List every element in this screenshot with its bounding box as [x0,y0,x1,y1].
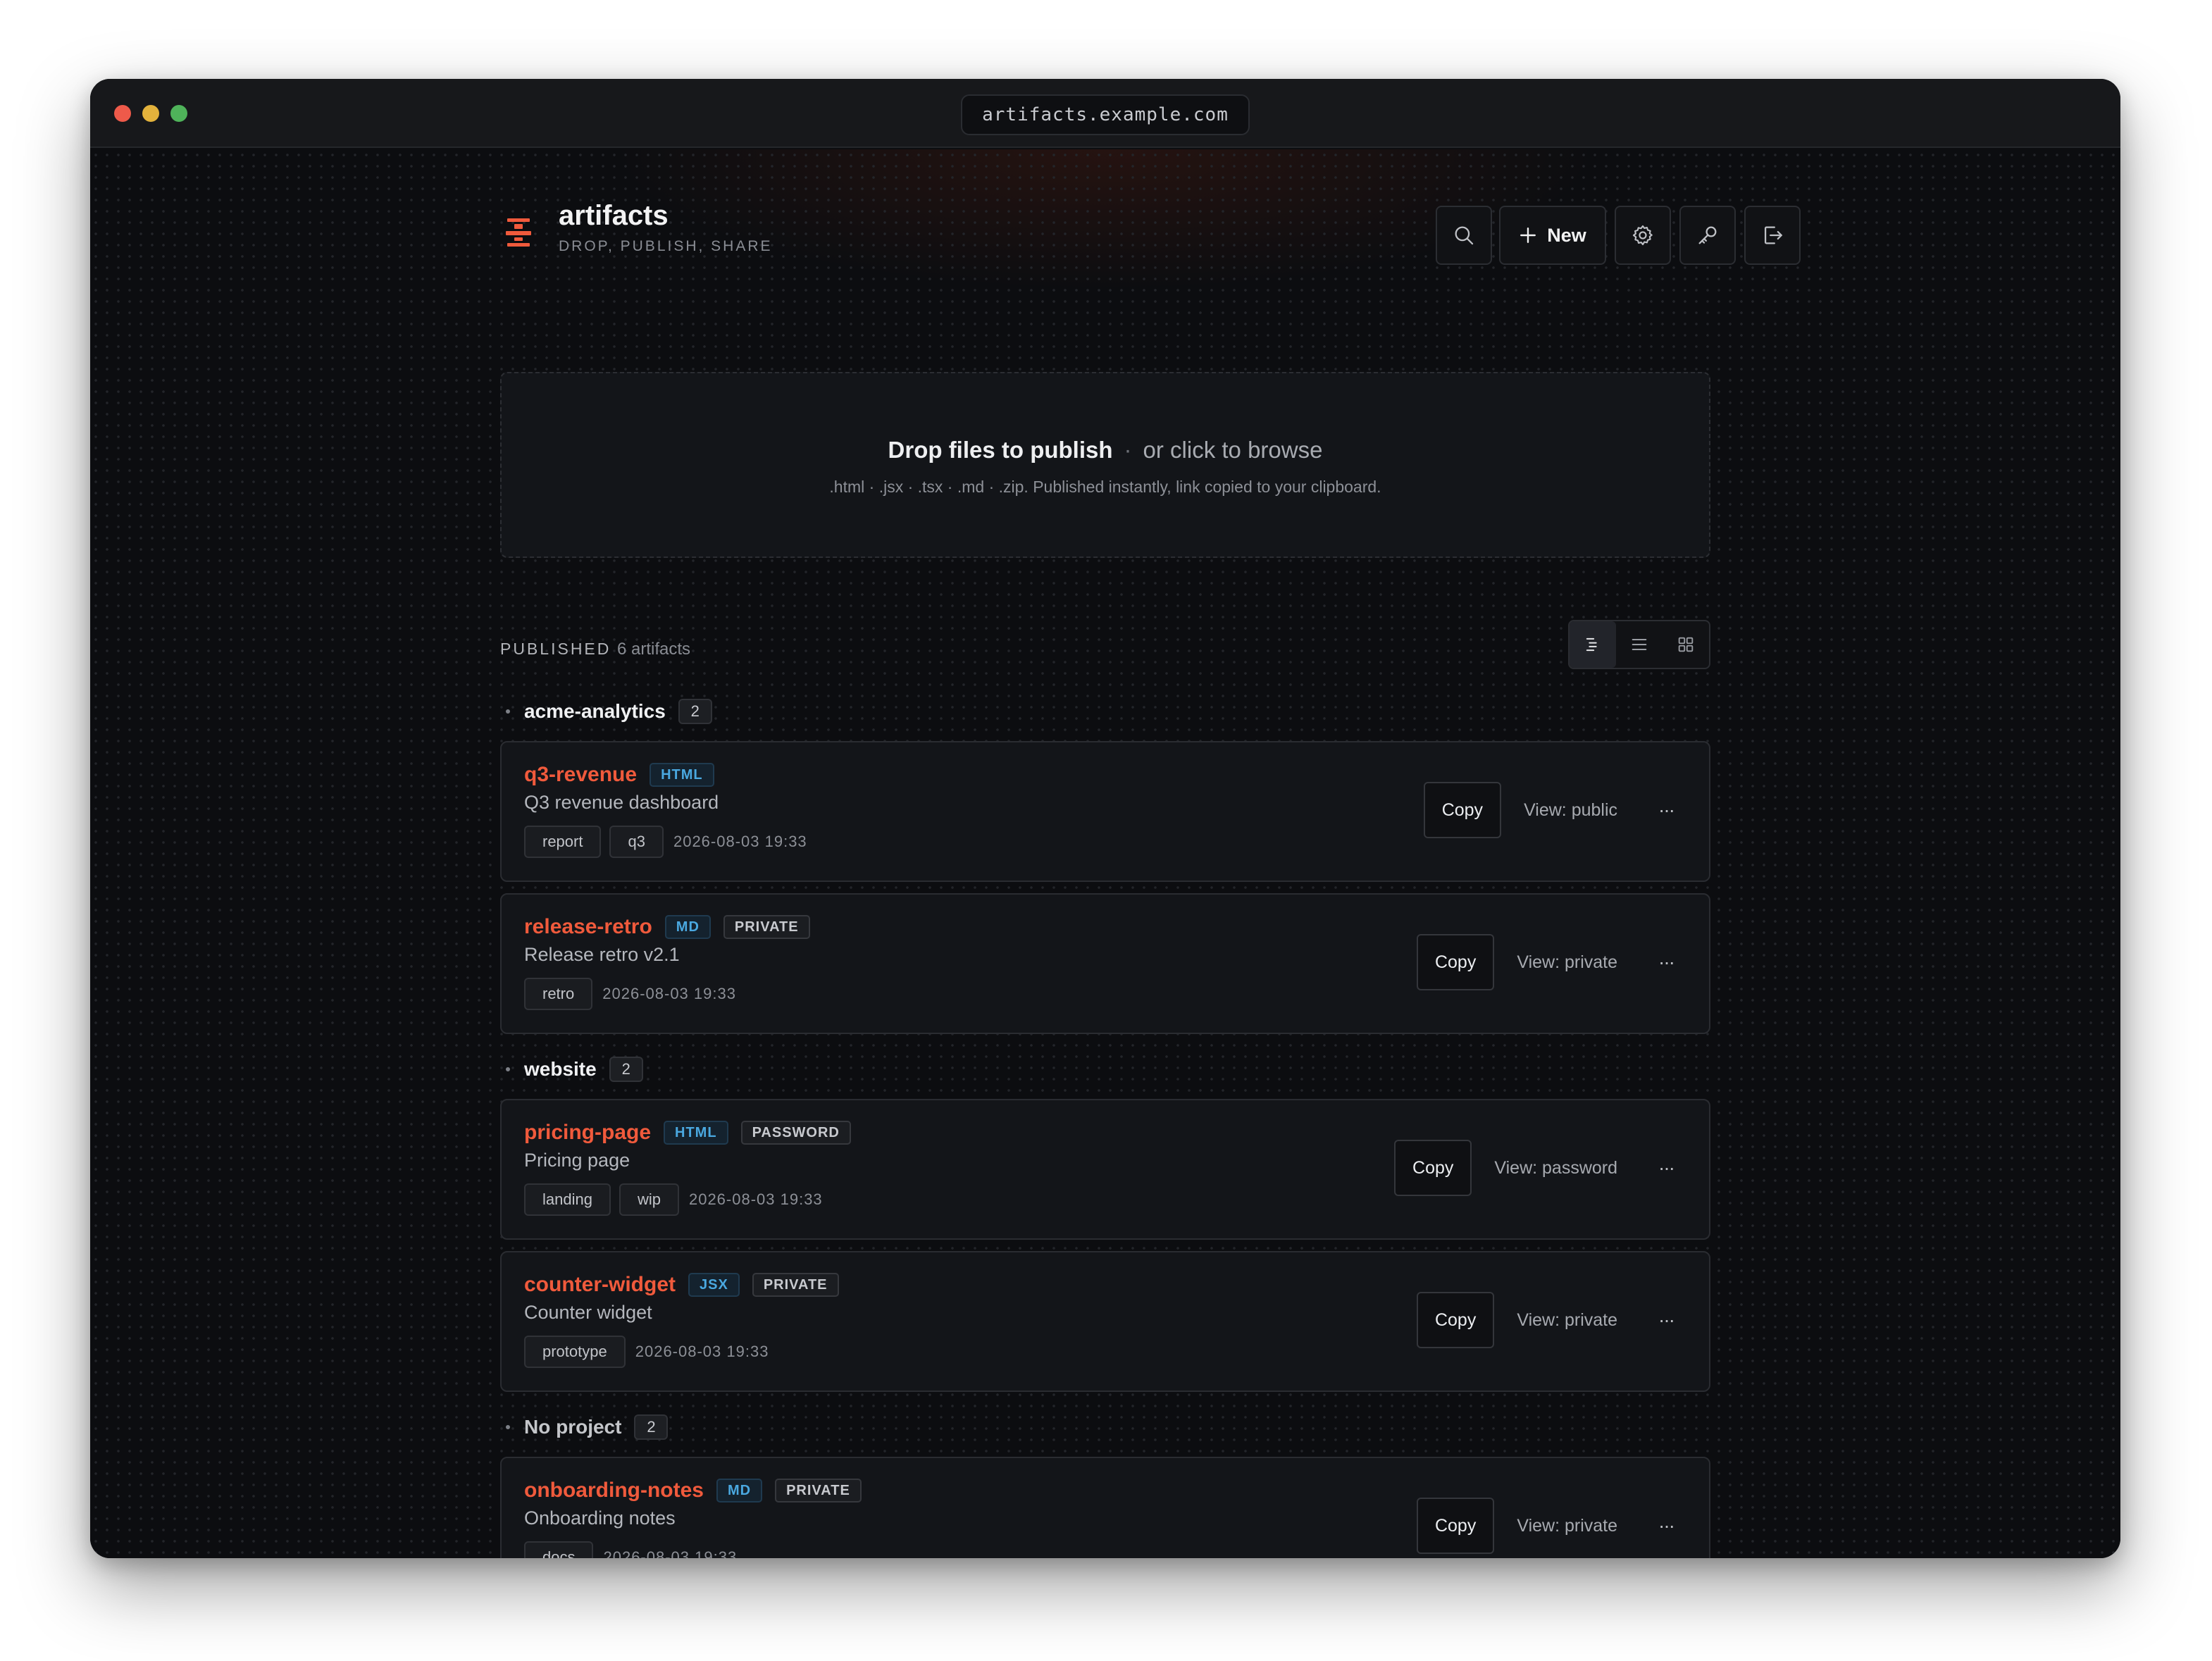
type-badge: HTML [650,763,714,787]
dropzone-browse-text: or click to browse [1143,437,1323,463]
app-subtitle: DROP, PUBLISH, SHARE [559,238,773,254]
search-button[interactable] [1436,206,1492,265]
logout-icon [1764,226,1782,244]
file-dropzone[interactable]: Drop files to publish · or click to browse… [500,372,1710,558]
artifact-card-counter-widget[interactable]: counter-widget JSX PRIVATE Counter widge… [500,1251,1710,1392]
artifact-card-onboarding-notes[interactable]: onboarding-notes MD PRIVATE Onboarding n… [500,1457,1710,1558]
artifact-card-release-retro[interactable]: release-retro MD PRIVATE Release retro v… [500,893,1710,1034]
more-options-icon[interactable]: ··· [1658,951,1675,973]
logout-button[interactable] [1744,206,1801,265]
group-header-acme-analytics[interactable]: acme-analytics 2 [506,697,712,726]
artifact-card-pricing-page[interactable]: pricing-page HTML PASSWORD Pricing page … [500,1099,1710,1240]
browser-window: artifacts.example.com artifacts DROP, PU… [90,79,2120,1558]
grouped-list-icon [1586,637,1597,652]
tag-chip[interactable]: prototype [524,1336,626,1368]
type-badge: MD [664,915,711,939]
group-bullet [506,709,510,714]
artifact-date: 2026-08-03 19:33 [673,833,807,850]
group-bullet [506,1067,510,1071]
minimize-window-button[interactable] [142,105,159,122]
plus-icon [1520,228,1536,243]
list-icon [1632,639,1647,650]
artifact-description: Q3 revenue dashboard [524,792,719,813]
search-icon [1455,226,1474,245]
visibility-badge: PASSWORD [740,1121,851,1145]
copy-link-button[interactable]: Copy [1423,782,1502,838]
group-name: acme-analytics [524,700,666,722]
view-visibility-link[interactable]: View: private [1517,952,1617,973]
new-artifact-button[interactable]: New [1499,206,1606,265]
artifact-description: Pricing page [524,1150,630,1171]
new-button-label: New [1547,224,1586,246]
artifact-date: 2026-08-03 19:33 [602,985,736,1002]
tag-chip[interactable]: docs [524,1541,594,1558]
view-visibility-link[interactable]: View: private [1517,1516,1617,1536]
grid-view-button[interactable] [1663,621,1709,668]
visibility-badge: PRIVATE [723,915,810,939]
maximize-window-button[interactable] [170,105,187,122]
artifact-name-link[interactable]: release-retro [524,915,652,939]
copy-link-button[interactable]: Copy [1416,1292,1495,1348]
view-visibility-link[interactable]: View: public [1524,800,1617,821]
group-header-no-project[interactable]: No project 2 [506,1413,669,1441]
close-window-button[interactable] [114,105,131,122]
type-badge: HTML [664,1121,728,1145]
published-label: PUBLISHED [500,640,611,658]
more-options-icon[interactable]: ··· [1658,1309,1675,1331]
group-name: No project [524,1416,622,1438]
group-bullet [506,1425,510,1429]
grouped-view-button[interactable] [1570,621,1616,668]
key-icon [1698,226,1717,244]
artifact-name-link[interactable]: q3-revenue [524,763,637,787]
type-badge: MD [716,1479,763,1503]
dropzone-separator: · [1124,437,1132,463]
view-visibility-link[interactable]: View: private [1517,1310,1617,1331]
artifact-date: 2026-08-03 19:33 [603,1548,738,1558]
artifact-date: 2026-08-03 19:33 [688,1190,823,1208]
artifact-name-link[interactable]: counter-widget [524,1273,676,1297]
dropzone-title: Drop files to publish [888,437,1113,463]
artifact-date: 2026-08-03 19:33 [635,1343,769,1360]
artifact-description: Counter widget [524,1302,652,1323]
group-header-website[interactable]: website 2 [506,1055,643,1083]
view-mode-toggle [1568,620,1710,669]
settings-button[interactable] [1615,206,1671,265]
copy-link-button[interactable]: Copy [1416,1498,1495,1554]
artifacts-logo-icon [506,218,531,247]
published-count: 6 artifacts [617,640,691,659]
dropzone-title-line: Drop files to publish · or click to browse [502,437,1709,464]
tag-chip[interactable]: retro [524,978,593,1010]
tag-chip[interactable]: landing [524,1183,611,1216]
app-title: artifacts [559,200,669,231]
visibility-badge: PRIVATE [752,1273,839,1297]
artifact-description: Release retro v2.1 [524,944,680,965]
app-content: artifacts DROP, PUBLISH, SHARE New Drop … [90,149,2120,1558]
tag-chip[interactable]: wip [619,1183,679,1216]
view-visibility-link[interactable]: View: password [1494,1158,1617,1178]
tag-chip[interactable]: q3 [609,826,664,858]
grid-icon [1678,637,1694,652]
gear-icon [1632,225,1653,246]
visibility-badge: PRIVATE [775,1479,862,1503]
group-count: 2 [609,1057,643,1082]
artifact-name-link[interactable]: onboarding-notes [524,1479,704,1503]
copy-link-button[interactable]: Copy [1394,1140,1472,1196]
artifact-description: Onboarding notes [524,1507,676,1529]
group-count: 2 [634,1414,669,1440]
more-options-icon[interactable]: ··· [1658,1157,1675,1179]
address-bar[interactable]: artifacts.example.com [961,94,1250,135]
group-count: 2 [678,699,712,724]
tag-chip[interactable]: report [524,826,602,858]
artifact-name-link[interactable]: pricing-page [524,1121,651,1145]
api-keys-button[interactable] [1679,206,1736,265]
list-view-button[interactable] [1616,621,1663,668]
copy-link-button[interactable]: Copy [1416,934,1495,990]
title-bar: artifacts.example.com [90,79,2120,148]
group-name: website [524,1058,597,1080]
artifact-card-q3-revenue[interactable]: q3-revenue HTML Q3 revenue dashboard rep… [500,741,1710,882]
dropzone-hint: .html · .jsx · .tsx · .md · .zip. Publis… [829,478,1381,496]
type-badge: JSX [688,1273,740,1297]
more-options-icon[interactable]: ··· [1658,1514,1675,1537]
more-options-icon[interactable]: ··· [1658,799,1675,821]
